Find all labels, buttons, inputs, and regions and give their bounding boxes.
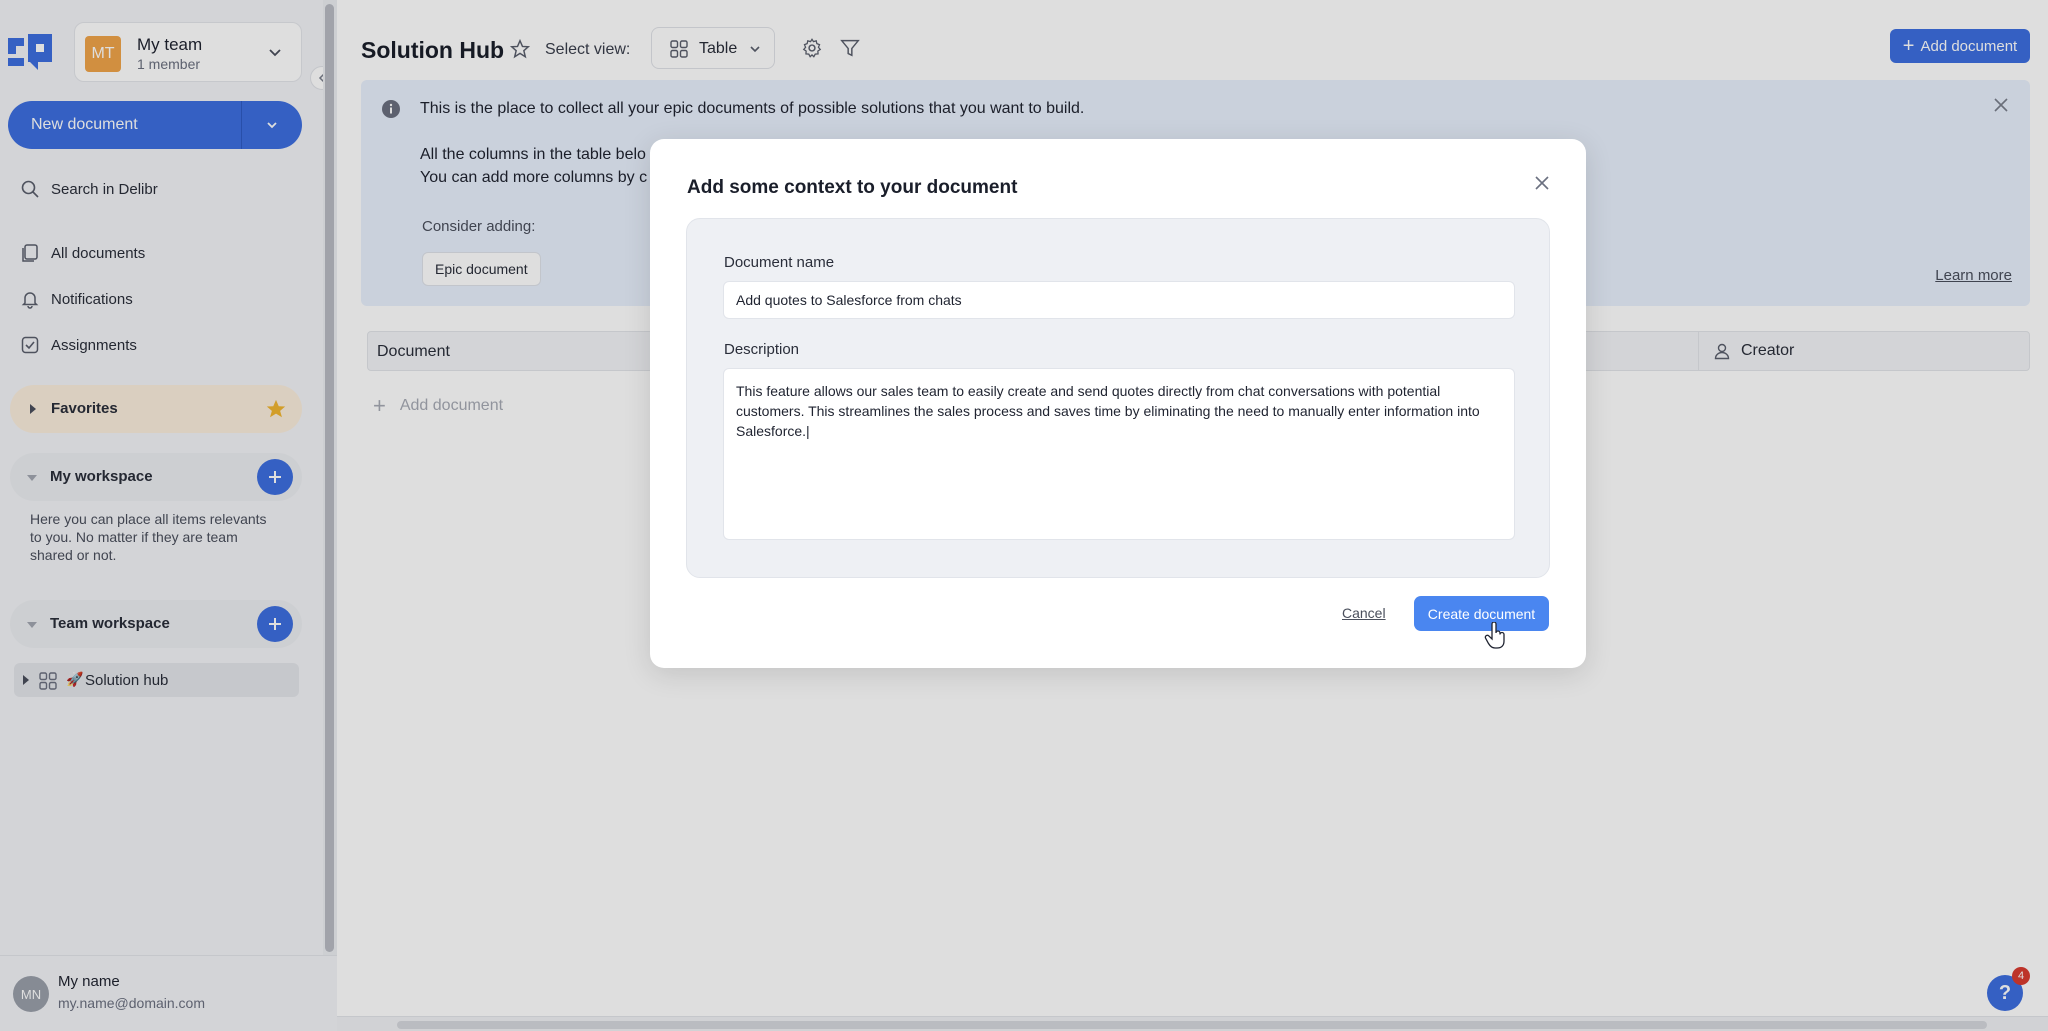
document-name-input[interactable] [723,281,1515,319]
dialog-form-panel: Document name Description This feature a… [686,218,1550,578]
description-label: Description [724,341,800,358]
cancel-button[interactable]: Cancel [1342,605,1386,621]
hand-cursor-icon [1484,622,1505,649]
dialog-title: Add some context to your document [687,177,1018,198]
add-context-dialog: Add some context to your document Docume… [650,139,1586,668]
close-icon[interactable] [1533,174,1551,192]
description-textarea[interactable]: This feature allows our sales team to ea… [723,368,1515,540]
document-name-label: Document name [724,254,835,271]
create-document-button[interactable]: Create document [1414,596,1549,631]
